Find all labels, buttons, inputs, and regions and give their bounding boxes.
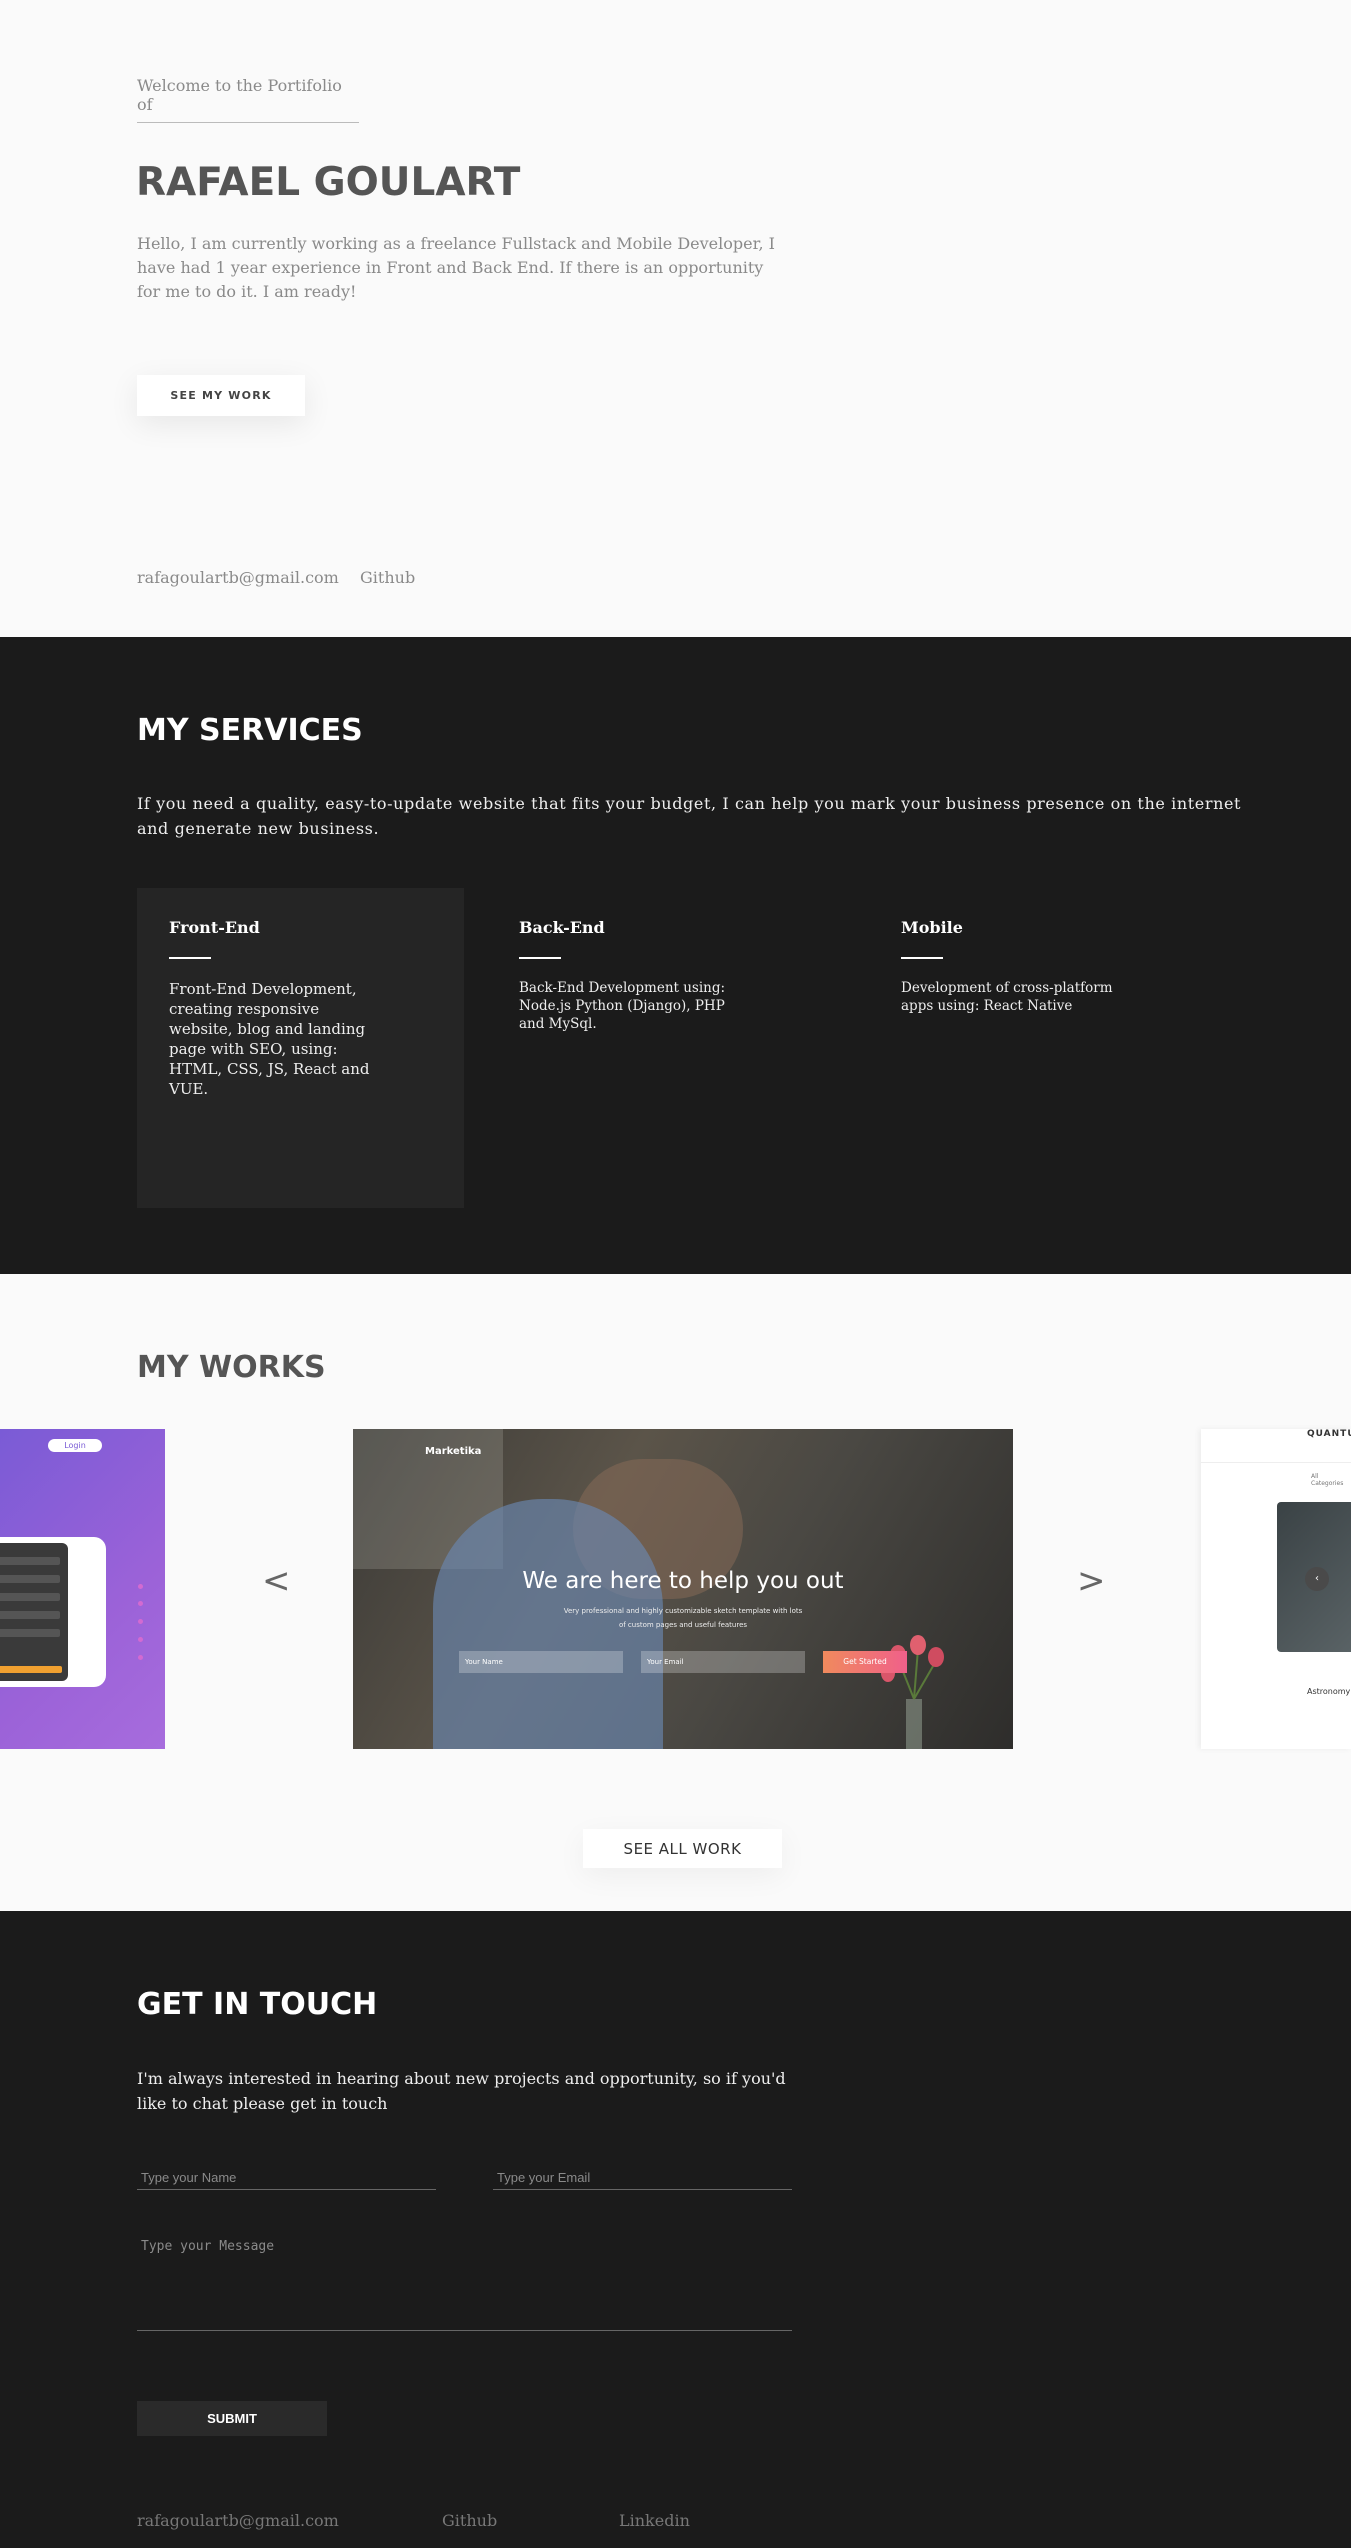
service-text: Front-End Development, creating responsi… [169, 980, 370, 1098]
service-divider [519, 957, 561, 959]
work-slide-next[interactable]: QUANTU All Categories ‹ Astronomy [1201, 1429, 1351, 1749]
services-section: MY SERVICES If you need a quality, easy-… [0, 637, 1351, 1274]
service-title: Mobile [901, 918, 963, 937]
services-title: MY SERVICES [137, 713, 363, 748]
arrow-left-icon: ‹ [1305, 1567, 1329, 1591]
phone-mockup [0, 1537, 106, 1687]
slide-subtitle: Very professional and highly customizabl… [563, 1607, 803, 1629]
welcome-text: Welcome to the Portifolio of [137, 76, 359, 123]
service-card-backend: Back-End Back-End Development using: Nod… [487, 888, 814, 1208]
carousel-prev-button[interactable]: < [262, 1564, 291, 1598]
see-my-work-button[interactable]: SEE MY WORK [137, 375, 305, 416]
preview-caption: Astronomy [1307, 1687, 1351, 1696]
service-text: Back-End Development using: Node.js Pyth… [519, 980, 726, 1032]
carousel-next-button[interactable]: > [1077, 1564, 1106, 1598]
contact-lead: I'm always interested in hearing about n… [137, 2069, 786, 2113]
service-card-frontend: Front-End Front-End Development, creatin… [137, 888, 464, 1208]
service-title: Back-End [519, 918, 605, 937]
message-field[interactable] [137, 2235, 792, 2331]
hero-intro: Hello, I am currently working as a freel… [137, 234, 775, 301]
marketika-logo: Marketika [425, 1446, 482, 1457]
service-title: Front-End [169, 918, 260, 937]
slide-email-input: Your Email [641, 1651, 805, 1673]
slide-name-input: Your Name [459, 1651, 623, 1673]
footer-email-link[interactable]: rafagoulartb@gmail.com [137, 2511, 339, 2530]
see-all-work-button[interactable]: SEE ALL WORK [583, 1829, 782, 1868]
service-text: Development of cross-platform apps using… [901, 980, 1113, 1014]
quantum-logo: QUANTU [1307, 1429, 1351, 1439]
footer-linkedin-link[interactable]: Linkedin [619, 2511, 690, 2530]
footer-github-link[interactable]: Github [442, 2511, 497, 2530]
hero-email-link[interactable]: rafagoulartb@gmail.com [137, 568, 339, 587]
login-button-preview: Login [48, 1439, 102, 1452]
work-slide-previous[interactable]: Login [0, 1429, 165, 1749]
slide-get-started-button: Get Started [823, 1651, 907, 1673]
works-title: MY WORKS [137, 1350, 326, 1385]
service-divider [169, 957, 211, 959]
works-section: MY WORKS Login < Marketika We are here t… [0, 1274, 1351, 1911]
contact-section: GET IN TOUCH I'm always interested in he… [0, 1911, 1351, 2548]
hero-name: RAFAEL GOULART [136, 160, 521, 205]
hero-github-link[interactable]: Github [360, 568, 415, 587]
service-card-mobile: Mobile Development of cross-platform app… [869, 888, 1196, 1208]
slide-headline: We are here to help you out [522, 1568, 844, 1594]
category-filter: All Categories [1311, 1473, 1344, 1487]
contact-title: GET IN TOUCH [137, 1987, 378, 2022]
work-slide-current[interactable]: Marketika We are here to help you out Ve… [353, 1429, 1013, 1749]
email-field[interactable] [493, 2166, 792, 2190]
services-lead: If you need a quality, easy-to-update we… [137, 794, 1242, 838]
flowers-graphic [881, 1635, 944, 1749]
hero-section: Welcome to the Portifolio of RAFAEL GOUL… [0, 0, 1351, 637]
submit-button[interactable]: SUBMIT [137, 2401, 327, 2436]
service-divider [901, 957, 943, 959]
name-field[interactable] [137, 2166, 436, 2190]
